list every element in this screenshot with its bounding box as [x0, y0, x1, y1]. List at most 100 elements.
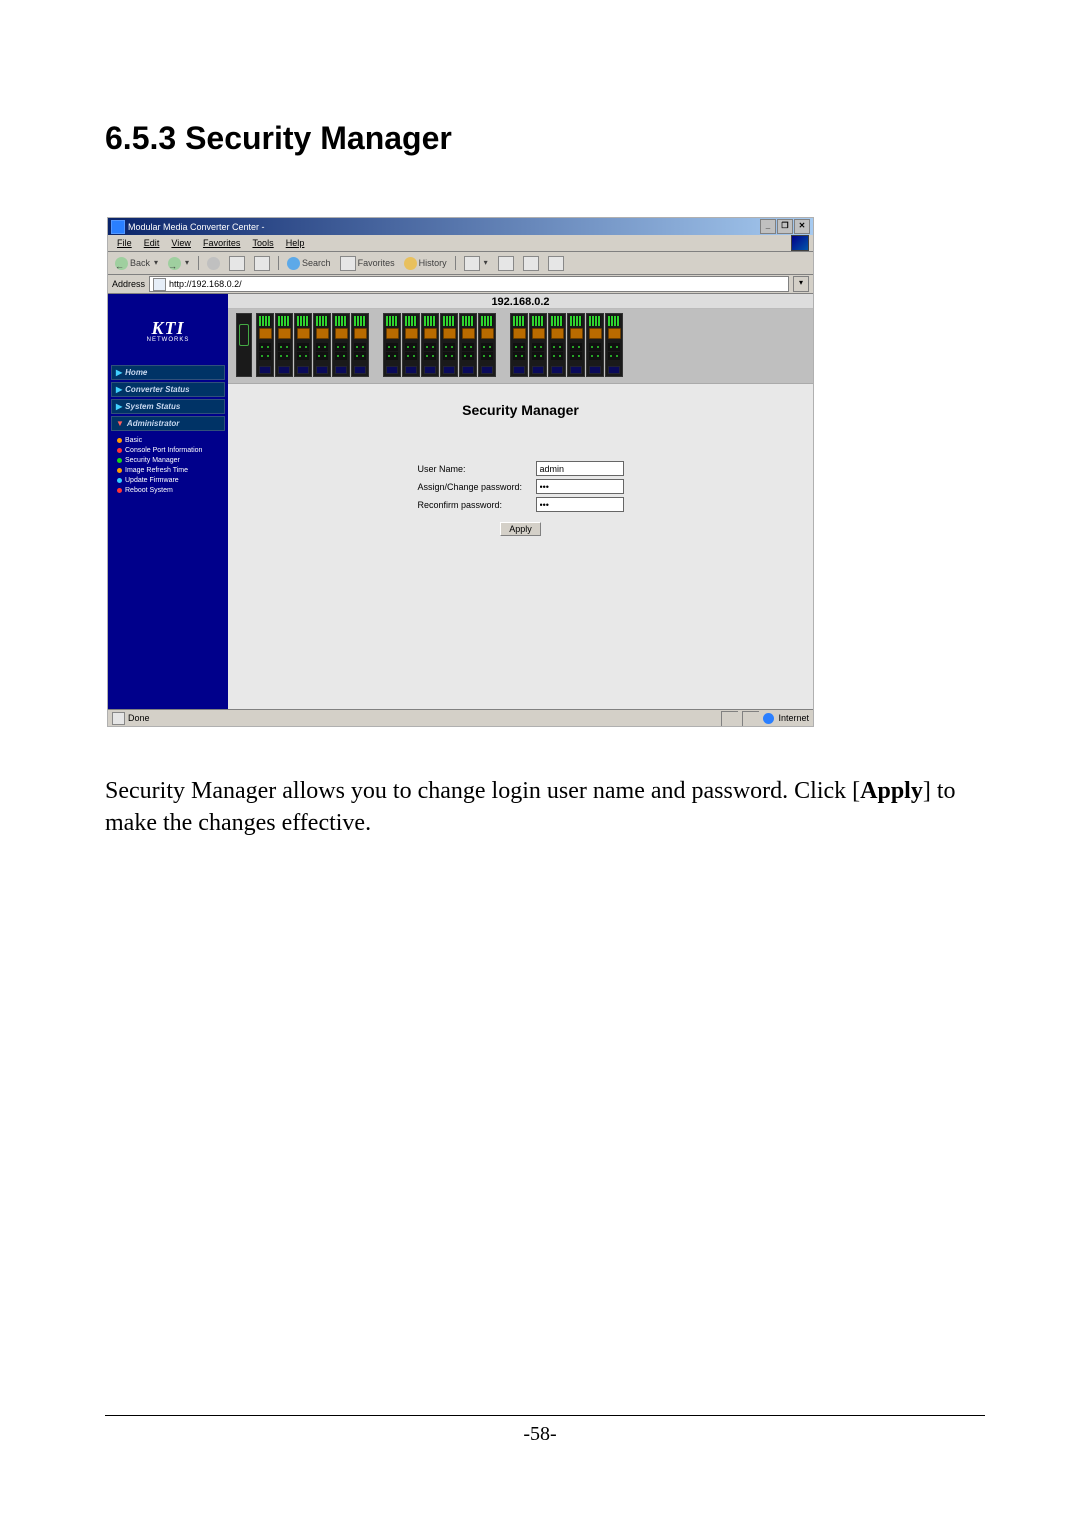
sub-security[interactable]: Security Manager [117, 455, 225, 465]
discuss-icon [548, 256, 564, 271]
apply-button[interactable]: Apply [500, 522, 541, 536]
menu-favorites[interactable]: Favorites [198, 236, 245, 250]
status-pane [721, 711, 738, 726]
reconfirm-label: Reconfirm password: [418, 500, 528, 510]
reconfirm-input[interactable] [536, 497, 624, 512]
username-label: User Name: [418, 464, 528, 474]
menu-file[interactable]: File [112, 236, 137, 250]
page-icon [153, 278, 166, 291]
bullet-icon [117, 488, 122, 493]
menu-bar: File Edit View Favorites Tools Help [108, 235, 813, 252]
brand-name: KTI [118, 318, 218, 339]
edit-icon [523, 256, 539, 271]
form-title: Security Manager [462, 402, 579, 418]
address-dropdown[interactable]: ▾ [793, 276, 809, 292]
search-button[interactable]: Search [284, 254, 334, 272]
history-icon [404, 257, 417, 270]
ie-logo-icon [791, 235, 809, 251]
menu-view[interactable]: View [166, 236, 196, 250]
sub-basic[interactable]: Basic [117, 435, 225, 445]
content-area: KTI NETWORKS ▶ Home ▶ Converter Status ▶… [108, 294, 813, 709]
sub-label: Reboot System [125, 487, 173, 494]
bullet-icon [117, 458, 122, 463]
favorites-label: Favorites [358, 254, 395, 272]
chevron-down-icon[interactable]: ▾ [152, 254, 159, 272]
back-icon: ← [115, 257, 128, 270]
sub-label: Security Manager [125, 457, 180, 464]
favorites-button[interactable]: Favorites [337, 254, 398, 272]
bullet-icon [117, 448, 122, 453]
maximize-button[interactable]: ❐ [777, 219, 793, 234]
sub-label: Console Port Information [125, 447, 202, 454]
close-button[interactable]: ✕ [794, 219, 810, 234]
document-heading: 6.5.3 Security Manager [105, 120, 985, 157]
password-label: Assign/Change password: [418, 482, 528, 492]
address-input[interactable]: http://192.168.0.2/ [149, 276, 789, 292]
sub-refresh[interactable]: Image Refresh Time [117, 465, 225, 475]
address-bar: Address http://192.168.0.2/ ▾ [108, 275, 813, 294]
slot-module [510, 313, 528, 377]
favorites-icon [340, 256, 356, 271]
sub-firmware[interactable]: Update Firmware [117, 475, 225, 485]
zone-text: Internet [778, 713, 809, 723]
nav-home[interactable]: ▶ Home [111, 365, 225, 380]
nav-label: Home [125, 368, 147, 377]
username-input[interactable] [536, 461, 624, 476]
history-label: History [419, 254, 447, 272]
back-button[interactable]: ← Back ▾ [112, 254, 162, 272]
window-titlebar: Modular Media Converter Center - _ ❐ ✕ [108, 218, 813, 235]
password-input[interactable] [536, 479, 624, 494]
navigation-toolbar: ← Back ▾ → ▾ Search Favorites [108, 252, 813, 275]
arrow-icon: ▶ [116, 368, 122, 377]
slot-module [383, 313, 401, 377]
sub-label: Basic [125, 437, 142, 444]
menu-help[interactable]: Help [281, 236, 310, 250]
stop-button[interactable] [204, 254, 223, 272]
security-form: Security Manager User Name: Assign/Chang… [228, 384, 813, 709]
mail-button[interactable]: ▾ [461, 254, 492, 272]
body-paragraph: Security Manager allows you to change lo… [105, 775, 985, 840]
slot-module [351, 313, 369, 377]
nav-system-status[interactable]: ▶ System Status [111, 399, 225, 414]
slot-module [605, 313, 623, 377]
refresh-button[interactable] [226, 254, 248, 272]
nav-converter-status[interactable]: ▶ Converter Status [111, 382, 225, 397]
history-button[interactable]: History [401, 254, 450, 272]
sub-reboot[interactable]: Reboot System [117, 485, 225, 495]
slot-module [402, 313, 420, 377]
forward-button[interactable]: → ▾ [165, 254, 193, 272]
url-text: http://192.168.0.2/ [169, 277, 242, 291]
slot-module [567, 313, 585, 377]
menu-edit[interactable]: Edit [139, 236, 165, 250]
minimize-button[interactable]: _ [760, 219, 776, 234]
slot-module [332, 313, 350, 377]
home-button[interactable] [251, 254, 273, 272]
slot-module [548, 313, 566, 377]
nav-administrator[interactable]: ▼ Administrator [111, 416, 225, 431]
chevron-down-icon[interactable]: ▾ [482, 254, 489, 272]
sidebar: KTI NETWORKS ▶ Home ▶ Converter Status ▶… [108, 294, 228, 709]
status-bar: Done Internet [108, 709, 813, 726]
admin-submenu: Basic Console Port Information Security … [111, 433, 225, 495]
sub-console[interactable]: Console Port Information [117, 445, 225, 455]
stop-icon [207, 257, 220, 270]
body-text-1: Security Manager allows you to change lo… [105, 778, 860, 804]
chevron-down-icon[interactable]: ▾ [183, 254, 190, 272]
home-icon [254, 256, 270, 271]
edit-button[interactable] [520, 254, 542, 272]
internet-icon [763, 713, 774, 724]
print-button[interactable] [495, 254, 517, 272]
done-icon [112, 712, 125, 725]
mail-icon [464, 256, 480, 271]
device-ip: 192.168.0.2 [228, 294, 813, 309]
nav-label: System Status [125, 402, 180, 411]
bullet-icon [117, 438, 122, 443]
search-icon [287, 257, 300, 270]
discuss-button[interactable] [545, 254, 567, 272]
apply-keyword: Apply [860, 778, 923, 804]
address-label: Address [112, 279, 145, 289]
menu-tools[interactable]: Tools [247, 236, 278, 250]
slot-module [529, 313, 547, 377]
arrow-icon: ▶ [116, 402, 122, 411]
bullet-icon [117, 468, 122, 473]
